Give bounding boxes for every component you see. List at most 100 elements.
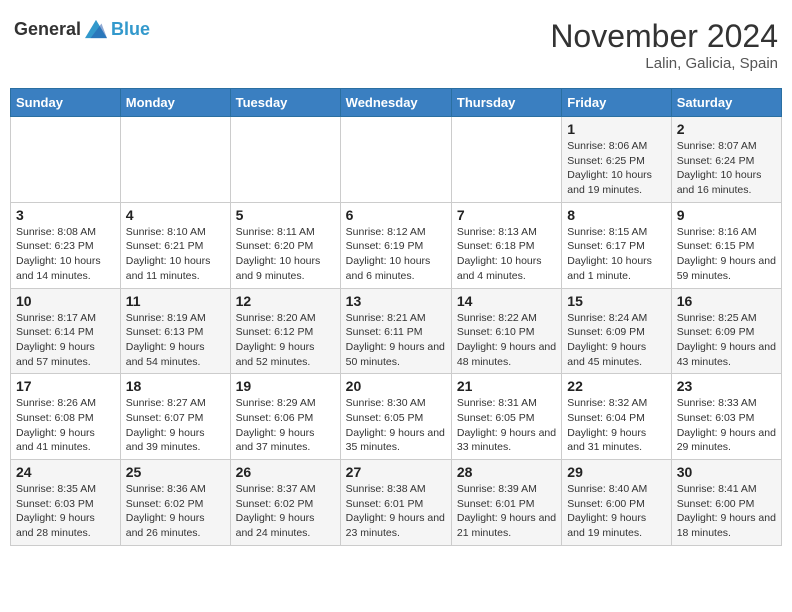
day-number: 19 (236, 378, 335, 394)
day-info: Sunrise: 8:11 AM Sunset: 6:20 PM Dayligh… (236, 225, 335, 284)
day-info: Sunrise: 8:29 AM Sunset: 6:06 PM Dayligh… (236, 396, 335, 455)
day-number: 5 (236, 207, 335, 223)
day-info: Sunrise: 8:22 AM Sunset: 6:10 PM Dayligh… (457, 311, 556, 370)
day-number: 10 (16, 293, 115, 309)
day-info: Sunrise: 8:27 AM Sunset: 6:07 PM Dayligh… (126, 396, 225, 455)
calendar-cell: 15Sunrise: 8:24 AM Sunset: 6:09 PM Dayli… (562, 288, 671, 374)
day-info: Sunrise: 8:32 AM Sunset: 6:04 PM Dayligh… (567, 396, 665, 455)
calendar-cell: 26Sunrise: 8:37 AM Sunset: 6:02 PM Dayli… (230, 460, 340, 546)
day-info: Sunrise: 8:38 AM Sunset: 6:01 PM Dayligh… (346, 482, 446, 541)
calendar-week-row: 1 Sunrise: 8:06 AM Sunset: 6:25 PM Daylig… (11, 117, 782, 203)
day-number: 8 (567, 207, 665, 223)
weekday-header: Monday (120, 89, 230, 117)
day-number: 25 (126, 464, 225, 480)
day-number: 9 (677, 207, 776, 223)
weekday-header: Sunday (11, 89, 121, 117)
calendar-cell: 30 Sunrise: 8:41 AM Sunset: 6:00 PM Dayli… (671, 460, 781, 546)
calendar-cell: 25 Sunrise: 8:36 AM Sunset: 6:02 PM Dayli… (120, 460, 230, 546)
day-number: 6 (346, 207, 446, 223)
calendar-cell: 21 Sunrise: 8:31 AM Sunset: 6:05 PM Dayli… (451, 374, 561, 460)
weekday-header-row: SundayMondayTuesdayWednesdayThursdayFrid… (11, 89, 782, 117)
day-info: Sunrise: 8:31 AM Sunset: 6:05 PM Dayligh… (457, 396, 556, 455)
calendar-table: SundayMondayTuesdayWednesdayThursdayFrid… (10, 88, 782, 546)
calendar-cell: 3Sunrise: 8:08 AM Sunset: 6:23 PM Daylig… (11, 202, 121, 288)
day-info: Sunrise: 8:26 AM Sunset: 6:08 PM Dayligh… (16, 396, 115, 455)
calendar-cell: 17 Sunrise: 8:26 AM Sunset: 6:08 PM Dayli… (11, 374, 121, 460)
calendar-cell: 13 Sunrise: 8:21 AM Sunset: 6:11 PM Dayli… (340, 288, 451, 374)
day-number: 28 (457, 464, 556, 480)
calendar-cell: 27 Sunrise: 8:38 AM Sunset: 6:01 PM Dayli… (340, 460, 451, 546)
day-info: Sunrise: 8:20 AM Sunset: 6:12 PM Dayligh… (236, 311, 335, 370)
calendar-cell: 16Sunrise: 8:25 AM Sunset: 6:09 PM Dayli… (671, 288, 781, 374)
calendar-cell: 5 Sunrise: 8:11 AM Sunset: 6:20 PM Daylig… (230, 202, 340, 288)
calendar-cell: 2Sunrise: 8:07 AM Sunset: 6:24 PM Daylig… (671, 117, 781, 203)
calendar-cell: 1 Sunrise: 8:06 AM Sunset: 6:25 PM Daylig… (562, 117, 671, 203)
calendar-cell (11, 117, 121, 203)
day-info: Sunrise: 8:13 AM Sunset: 6:18 PM Dayligh… (457, 225, 556, 284)
calendar-cell: 28 Sunrise: 8:39 AM Sunset: 6:01 PM Dayli… (451, 460, 561, 546)
weekday-header: Saturday (671, 89, 781, 117)
day-info: Sunrise: 8:39 AM Sunset: 6:01 PM Dayligh… (457, 482, 556, 541)
month-title: November 2024 (550, 18, 778, 55)
calendar-week-row: 10 Sunrise: 8:17 AM Sunset: 6:14 PM Dayli… (11, 288, 782, 374)
day-info: Sunrise: 8:17 AM Sunset: 6:14 PM Dayligh… (16, 311, 115, 370)
calendar-week-row: 3Sunrise: 8:08 AM Sunset: 6:23 PM Daylig… (11, 202, 782, 288)
calendar-cell: 11 Sunrise: 8:19 AM Sunset: 6:13 PM Dayli… (120, 288, 230, 374)
calendar-cell: 7 Sunrise: 8:13 AM Sunset: 6:18 PM Daylig… (451, 202, 561, 288)
title-area: November 2024 Lalin, Galicia, Spain (550, 18, 778, 72)
day-number: 21 (457, 378, 556, 394)
day-number: 17 (16, 378, 115, 394)
calendar-cell: 20 Sunrise: 8:30 AM Sunset: 6:05 PM Dayli… (340, 374, 451, 460)
location-title: Lalin, Galicia, Spain (550, 55, 778, 72)
day-info: Sunrise: 8:24 AM Sunset: 6:09 PM Dayligh… (567, 311, 665, 370)
calendar-cell: 23Sunrise: 8:33 AM Sunset: 6:03 PM Dayli… (671, 374, 781, 460)
day-number: 30 (677, 464, 776, 480)
day-info: Sunrise: 8:15 AM Sunset: 6:17 PM Dayligh… (567, 225, 665, 284)
day-info: Sunrise: 8:30 AM Sunset: 6:05 PM Dayligh… (346, 396, 446, 455)
day-number: 11 (126, 293, 225, 309)
calendar-week-row: 24Sunrise: 8:35 AM Sunset: 6:03 PM Dayli… (11, 460, 782, 546)
day-number: 27 (346, 464, 446, 480)
calendar-week-row: 17 Sunrise: 8:26 AM Sunset: 6:08 PM Dayli… (11, 374, 782, 460)
day-number: 7 (457, 207, 556, 223)
page-header: General Blue November 2024 Lalin, Galici… (10, 10, 782, 80)
day-info: Sunrise: 8:06 AM Sunset: 6:25 PM Dayligh… (567, 139, 665, 198)
calendar-cell: 19 Sunrise: 8:29 AM Sunset: 6:06 PM Dayli… (230, 374, 340, 460)
day-info: Sunrise: 8:37 AM Sunset: 6:02 PM Dayligh… (236, 482, 335, 541)
calendar-cell (230, 117, 340, 203)
logo-icon (85, 18, 107, 40)
day-info: Sunrise: 8:35 AM Sunset: 6:03 PM Dayligh… (16, 482, 115, 541)
calendar-cell: 8 Sunrise: 8:15 AM Sunset: 6:17 PM Daylig… (562, 202, 671, 288)
day-number: 2 (677, 121, 776, 137)
calendar-cell (120, 117, 230, 203)
calendar-cell: 6 Sunrise: 8:12 AM Sunset: 6:19 PM Daylig… (340, 202, 451, 288)
day-info: Sunrise: 8:36 AM Sunset: 6:02 PM Dayligh… (126, 482, 225, 541)
day-number: 20 (346, 378, 446, 394)
day-info: Sunrise: 8:08 AM Sunset: 6:23 PM Dayligh… (16, 225, 115, 284)
day-number: 22 (567, 378, 665, 394)
day-number: 23 (677, 378, 776, 394)
logo-blue: Blue (111, 19, 150, 40)
day-info: Sunrise: 8:19 AM Sunset: 6:13 PM Dayligh… (126, 311, 225, 370)
calendar-cell: 14 Sunrise: 8:22 AM Sunset: 6:10 PM Dayli… (451, 288, 561, 374)
day-info: Sunrise: 8:16 AM Sunset: 6:15 PM Dayligh… (677, 225, 776, 284)
day-number: 18 (126, 378, 225, 394)
day-info: Sunrise: 8:12 AM Sunset: 6:19 PM Dayligh… (346, 225, 446, 284)
calendar-cell: 24Sunrise: 8:35 AM Sunset: 6:03 PM Dayli… (11, 460, 121, 546)
day-info: Sunrise: 8:21 AM Sunset: 6:11 PM Dayligh… (346, 311, 446, 370)
calendar-cell: 12 Sunrise: 8:20 AM Sunset: 6:12 PM Dayli… (230, 288, 340, 374)
day-number: 14 (457, 293, 556, 309)
day-info: Sunrise: 8:41 AM Sunset: 6:00 PM Dayligh… (677, 482, 776, 541)
weekday-header: Wednesday (340, 89, 451, 117)
logo: General Blue (14, 18, 150, 40)
weekday-header: Tuesday (230, 89, 340, 117)
calendar-cell: 9 Sunrise: 8:16 AM Sunset: 6:15 PM Daylig… (671, 202, 781, 288)
calendar-cell: 18 Sunrise: 8:27 AM Sunset: 6:07 PM Dayli… (120, 374, 230, 460)
calendar-cell (451, 117, 561, 203)
day-number: 1 (567, 121, 665, 137)
weekday-header: Thursday (451, 89, 561, 117)
day-info: Sunrise: 8:40 AM Sunset: 6:00 PM Dayligh… (567, 482, 665, 541)
day-number: 13 (346, 293, 446, 309)
day-number: 12 (236, 293, 335, 309)
day-info: Sunrise: 8:10 AM Sunset: 6:21 PM Dayligh… (126, 225, 225, 284)
